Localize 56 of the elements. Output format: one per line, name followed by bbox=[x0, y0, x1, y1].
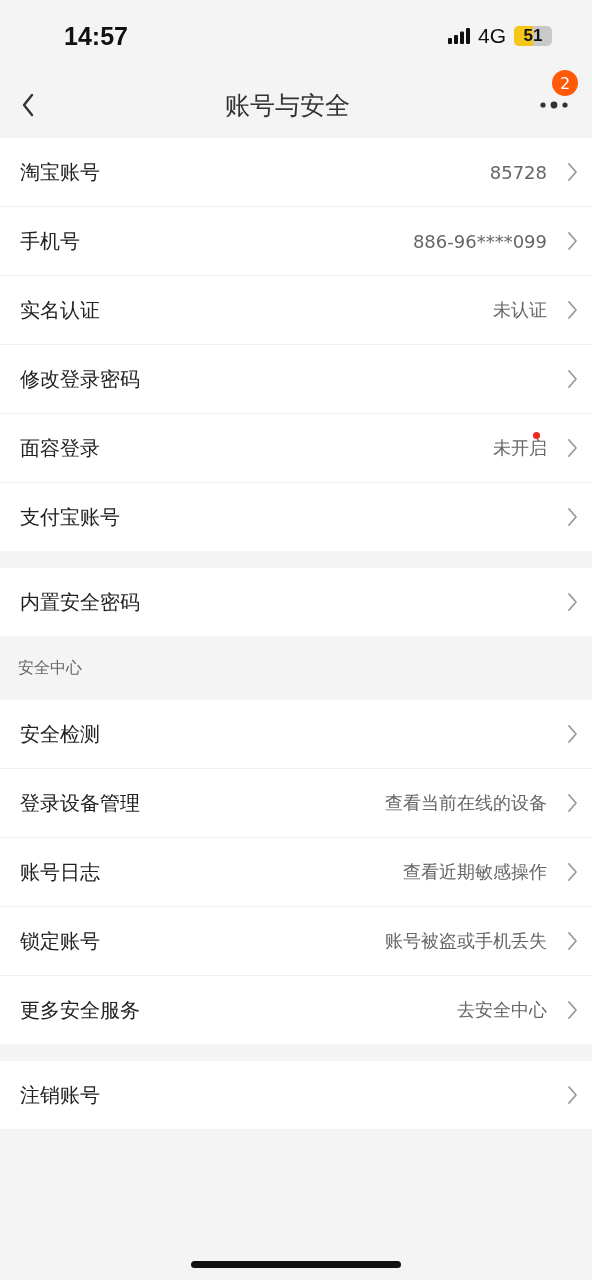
status-time: 14:57 bbox=[64, 21, 128, 51]
chevron-icon bbox=[567, 507, 578, 527]
more-icon[interactable] bbox=[540, 101, 570, 109]
settings-row[interactable]: 修改登录密码 bbox=[0, 345, 592, 414]
settings-row[interactable]: 面容登录 未开启 bbox=[0, 414, 592, 483]
network-label: 4G bbox=[478, 24, 506, 48]
chevron-icon bbox=[567, 231, 578, 251]
chevron-icon bbox=[567, 862, 578, 882]
row-label: 手机号 bbox=[20, 227, 80, 255]
row-label: 修改登录密码 bbox=[20, 365, 140, 393]
settings-row[interactable]: 锁定账号 账号被盗或手机丢失 bbox=[0, 907, 592, 976]
battery-percent: 51 bbox=[523, 26, 543, 46]
chevron-icon bbox=[567, 1085, 578, 1105]
row-value: 未开启 bbox=[493, 436, 547, 460]
chevron-icon bbox=[567, 300, 578, 320]
settings-row[interactable]: 安全检测 bbox=[0, 700, 592, 769]
chevron-icon bbox=[567, 369, 578, 389]
signal-icon bbox=[448, 28, 470, 44]
row-value: 未认证 bbox=[493, 298, 547, 322]
settings-row[interactable]: 手机号 886-96****099 bbox=[0, 207, 592, 276]
chevron-icon bbox=[567, 793, 578, 813]
row-value: 886-96****099 bbox=[412, 230, 547, 252]
back-icon[interactable] bbox=[22, 93, 35, 117]
settings-row[interactable]: 登录设备管理 查看当前在线的设备 bbox=[0, 769, 592, 838]
row-label: 注销账号 bbox=[20, 1081, 100, 1109]
row-value: 查看近期敏感操作 bbox=[403, 860, 547, 884]
settings-row[interactable]: 淘宝账号 85728 bbox=[0, 138, 592, 207]
settings-row[interactable]: 内置安全密码 bbox=[0, 568, 592, 636]
notification-badge: 2 bbox=[552, 70, 578, 96]
chevron-icon bbox=[567, 438, 578, 458]
row-label: 账号日志 bbox=[20, 858, 100, 886]
row-value: 查看当前在线的设备 bbox=[385, 791, 547, 815]
settings-row[interactable]: 支付宝账号 bbox=[0, 483, 592, 551]
row-label: 面容登录 bbox=[20, 434, 100, 462]
settings-row[interactable]: 注销账号 bbox=[0, 1061, 592, 1129]
settings-row[interactable]: 账号日志 查看近期敏感操作 bbox=[0, 838, 592, 907]
settings-row[interactable]: 更多安全服务 去安全中心 bbox=[0, 976, 592, 1044]
chevron-icon bbox=[567, 162, 578, 182]
chevron-icon bbox=[567, 592, 578, 612]
row-label: 淘宝账号 bbox=[20, 158, 100, 186]
section-header: 安全中心 bbox=[17, 656, 83, 679]
row-value: 账号被盗或手机丢失 bbox=[385, 929, 547, 953]
row-value: 去安全中心 bbox=[457, 998, 547, 1022]
row-label: 安全检测 bbox=[20, 720, 100, 748]
row-label: 登录设备管理 bbox=[20, 789, 140, 817]
row-value: 85728 bbox=[489, 161, 547, 183]
chevron-icon bbox=[567, 931, 578, 951]
chevron-icon bbox=[567, 1000, 578, 1020]
row-label: 更多安全服务 bbox=[20, 996, 140, 1024]
settings-row[interactable]: 实名认证 未认证 bbox=[0, 276, 592, 345]
chevron-icon bbox=[567, 724, 578, 744]
row-label: 实名认证 bbox=[20, 296, 100, 324]
page-title: 账号与安全 bbox=[225, 89, 350, 122]
row-label: 支付宝账号 bbox=[20, 503, 120, 531]
row-label: 内置安全密码 bbox=[20, 588, 140, 616]
row-label: 锁定账号 bbox=[20, 927, 100, 955]
